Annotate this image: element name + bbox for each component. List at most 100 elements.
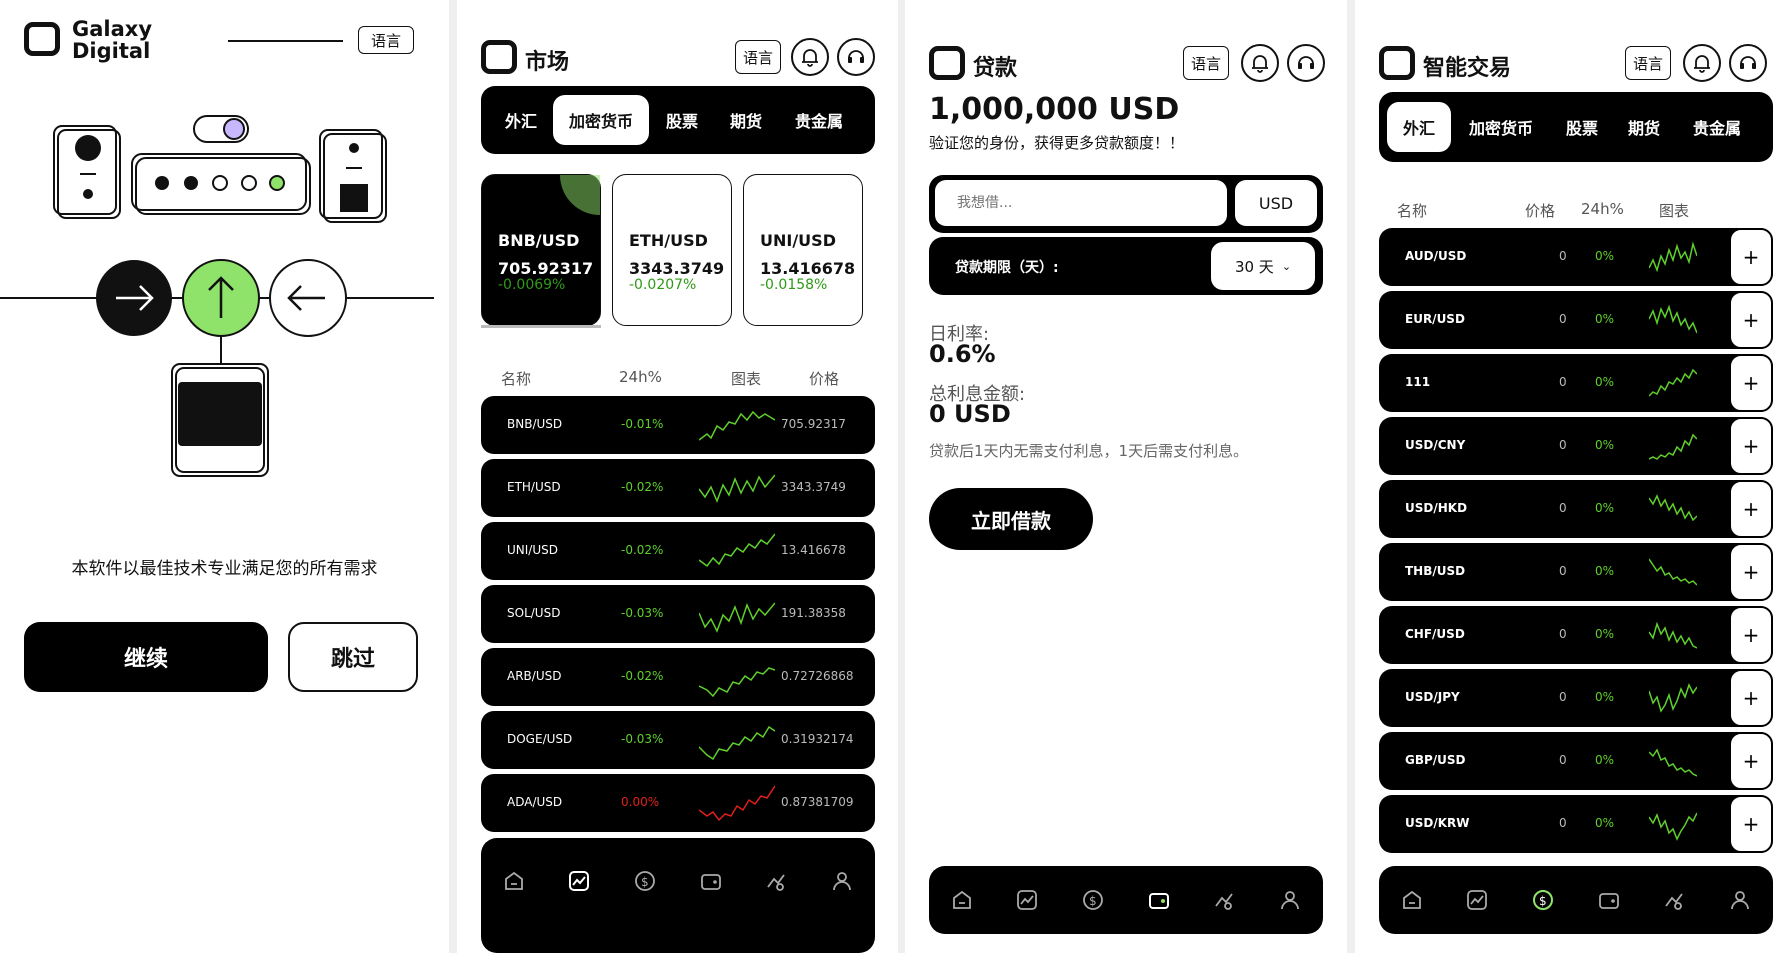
market-icon[interactable] bbox=[564, 866, 594, 896]
trade-row[interactable]: USD/CNY 0 0% + bbox=[1379, 417, 1773, 475]
currency-select[interactable]: USD bbox=[1235, 180, 1317, 226]
tab-metals[interactable]: 贵金属 bbox=[1675, 102, 1759, 152]
card-change: -0.0158% bbox=[760, 277, 828, 293]
loan-icon[interactable]: $ bbox=[1528, 885, 1558, 915]
add-button[interactable]: + bbox=[1729, 732, 1773, 790]
language-button[interactable]: 语言 bbox=[1183, 46, 1229, 80]
market-row[interactable]: BNB/USD -0.01% 705.92317 bbox=[481, 396, 875, 454]
support-icon[interactable] bbox=[1287, 44, 1325, 82]
trade-row[interactable]: 111 0 0% + bbox=[1379, 354, 1773, 412]
trade-icon[interactable] bbox=[1209, 885, 1239, 915]
market-row[interactable]: UNI/USD -0.02% 13.416678 bbox=[481, 522, 875, 580]
add-button[interactable]: + bbox=[1729, 606, 1773, 664]
trade-row[interactable]: CHF/USD 0 0% + bbox=[1379, 606, 1773, 664]
profile-icon[interactable] bbox=[827, 866, 857, 896]
market-icon[interactable] bbox=[1012, 885, 1042, 915]
trade-row[interactable]: THB/USD 0 0% + bbox=[1379, 543, 1773, 601]
market-row[interactable]: DOGE/USD -0.03% 0.31932174 bbox=[481, 711, 875, 769]
language-button[interactable]: 语言 bbox=[358, 26, 414, 54]
add-button[interactable]: + bbox=[1729, 543, 1773, 601]
market-row[interactable]: ETH/USD -0.02% 3343.3749 bbox=[481, 459, 875, 517]
add-button[interactable]: + bbox=[1729, 354, 1773, 412]
featured-card[interactable]: BNB/USD 705.92317 -0.0069% bbox=[481, 174, 601, 326]
add-button[interactable]: + bbox=[1729, 417, 1773, 475]
featured-card[interactable]: UNI/USD 13.416678 -0.0158% bbox=[743, 174, 863, 326]
bell-icon[interactable] bbox=[791, 38, 829, 76]
sparkline bbox=[1649, 812, 1697, 841]
home-icon[interactable] bbox=[499, 866, 529, 896]
brand-line2: Digital bbox=[72, 39, 151, 63]
tab-futures[interactable]: 期货 bbox=[1613, 102, 1675, 152]
add-button[interactable]: + bbox=[1729, 291, 1773, 349]
language-button[interactable]: 语言 bbox=[1625, 46, 1671, 80]
market-row[interactable]: ADA/USD 0.00% 0.87381709 bbox=[481, 774, 875, 832]
add-button[interactable]: + bbox=[1729, 669, 1773, 727]
row-price: 0 bbox=[1559, 627, 1567, 641]
borrow-amount-input[interactable] bbox=[935, 180, 1227, 226]
market-row[interactable]: SOL/USD -0.03% 191.38358 bbox=[481, 585, 875, 643]
skip-button[interactable]: 跳过 bbox=[288, 622, 418, 692]
market-row[interactable]: ARB/USD -0.02% 0.72726868 bbox=[481, 648, 875, 706]
borrow-now-button[interactable]: 立即借款 bbox=[929, 488, 1093, 550]
add-button[interactable]: + bbox=[1729, 480, 1773, 538]
add-button[interactable]: + bbox=[1729, 795, 1773, 853]
tab-metals[interactable]: 贵金属 bbox=[777, 95, 861, 145]
term-select[interactable]: 30 天 ⌄ bbox=[1211, 242, 1315, 290]
loan-icon[interactable]: $ bbox=[1078, 885, 1108, 915]
sparkline bbox=[1649, 558, 1697, 586]
add-button[interactable]: + bbox=[1729, 228, 1773, 286]
home-icon[interactable] bbox=[947, 885, 977, 915]
onboarding-illustration bbox=[0, 115, 434, 477]
wallet-icon[interactable] bbox=[1594, 885, 1624, 915]
total-interest: 0 USD bbox=[929, 400, 1011, 428]
tab-crypto[interactable]: 加密货币 bbox=[553, 95, 649, 145]
row-price: 3343.3749 bbox=[781, 480, 846, 494]
support-icon[interactable] bbox=[837, 38, 875, 76]
trade-row[interactable]: AUD/USD 0 0% + bbox=[1379, 228, 1773, 286]
row-price: 0 bbox=[1559, 501, 1567, 515]
continue-button[interactable]: 继续 bbox=[24, 622, 268, 692]
sparkline bbox=[699, 602, 775, 633]
profile-icon[interactable] bbox=[1275, 885, 1305, 915]
row-pair: EUR/USD bbox=[1405, 312, 1465, 326]
home-icon[interactable] bbox=[1397, 885, 1427, 915]
loan-icon[interactable]: $ bbox=[630, 866, 660, 896]
tab-crypto[interactable]: 加密货币 bbox=[1451, 102, 1551, 152]
wallet-icon[interactable] bbox=[696, 866, 726, 896]
profile-icon[interactable] bbox=[1725, 885, 1755, 915]
trade-row[interactable]: EUR/USD 0 0% + bbox=[1379, 291, 1773, 349]
trade-row[interactable]: USD/HKD 0 0% + bbox=[1379, 480, 1773, 538]
row-change: -0.02% bbox=[621, 669, 664, 683]
wallet-icon[interactable] bbox=[1144, 885, 1174, 915]
tab-forex[interactable]: 外汇 bbox=[489, 95, 553, 145]
market-icon[interactable] bbox=[1462, 885, 1492, 915]
card-price: 3343.3749 bbox=[629, 259, 725, 278]
trade-row[interactable]: USD/JPY 0 0% + bbox=[1379, 669, 1773, 727]
trade-row[interactable]: USD/KRW 0 0% + bbox=[1379, 795, 1773, 853]
tab-stocks[interactable]: 股票 bbox=[1551, 102, 1613, 152]
tab-forex[interactable]: 外汇 bbox=[1387, 102, 1451, 152]
trade-icon[interactable] bbox=[761, 866, 791, 896]
language-button[interactable]: 语言 bbox=[735, 40, 781, 74]
featured-card[interactable]: ETH/USD 3343.3749 -0.0207% bbox=[612, 174, 732, 326]
bell-icon[interactable] bbox=[1683, 44, 1721, 82]
row-pair: CHF/USD bbox=[1405, 627, 1465, 641]
trade-row[interactable]: GBP/USD 0 0% + bbox=[1379, 732, 1773, 790]
support-icon[interactable] bbox=[1729, 44, 1767, 82]
row-price: 705.92317 bbox=[781, 417, 846, 431]
term-value: 30 天 bbox=[1234, 257, 1274, 276]
page-title: 智能交易 bbox=[1423, 56, 1512, 81]
bell-icon[interactable] bbox=[1241, 44, 1279, 82]
daily-rate: 0.6% bbox=[929, 340, 996, 368]
interest-note: 贷款后1天内无需支付利息，1天后需支付利息。 bbox=[929, 442, 1249, 460]
row-price: 13.416678 bbox=[781, 543, 846, 557]
row-change: -0.02% bbox=[621, 480, 664, 494]
tab-stocks[interactable]: 股票 bbox=[649, 95, 715, 145]
verify-prompt[interactable]: 验证您的身份，获得更多贷款额度！！ bbox=[929, 132, 1184, 153]
galaxy-logo bbox=[481, 40, 517, 74]
trade-icon[interactable] bbox=[1659, 885, 1689, 915]
tab-futures[interactable]: 期货 bbox=[715, 95, 777, 145]
row-pair: DOGE/USD bbox=[507, 732, 573, 746]
bottom-nav: $ bbox=[1379, 866, 1773, 934]
row-price: 191.38358 bbox=[781, 606, 846, 620]
